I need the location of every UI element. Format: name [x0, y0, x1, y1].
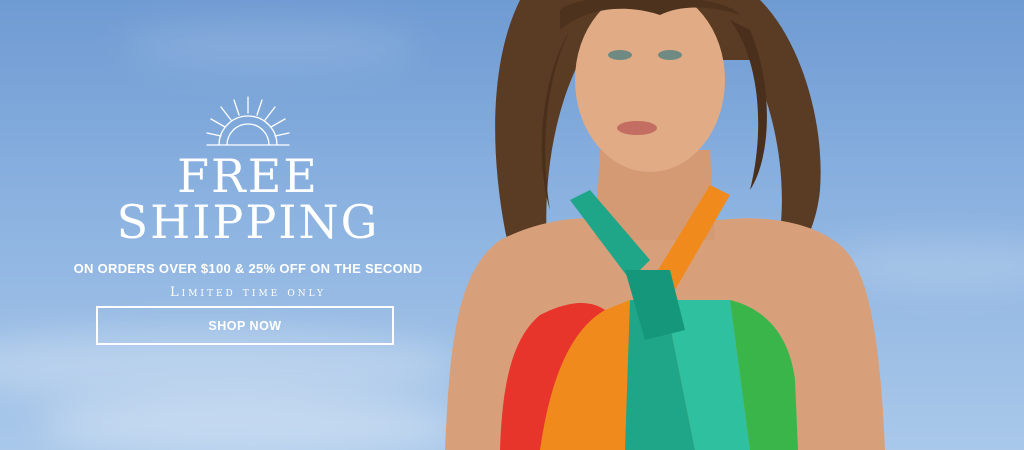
hero-banner[interactable]: FREE SHIPPING ON ORDERS OVER $100 & 25% …	[0, 0, 1024, 450]
model-photo	[445, 0, 885, 450]
tagline: Limited time only	[170, 285, 326, 300]
cloud	[40, 395, 460, 450]
offer-subheadline: ON ORDERS OVER $100 & 25% OFF ON THE SEC…	[73, 261, 423, 276]
headline: FREE SHIPPING	[116, 149, 380, 249]
promo-block: FREE SHIPPING ON ORDERS OVER $100 & 25% …	[40, 95, 456, 300]
cloud	[120, 20, 420, 70]
shop-now-button[interactable]: SHOP NOW	[96, 306, 394, 345]
sunburst-icon	[206, 96, 290, 146]
